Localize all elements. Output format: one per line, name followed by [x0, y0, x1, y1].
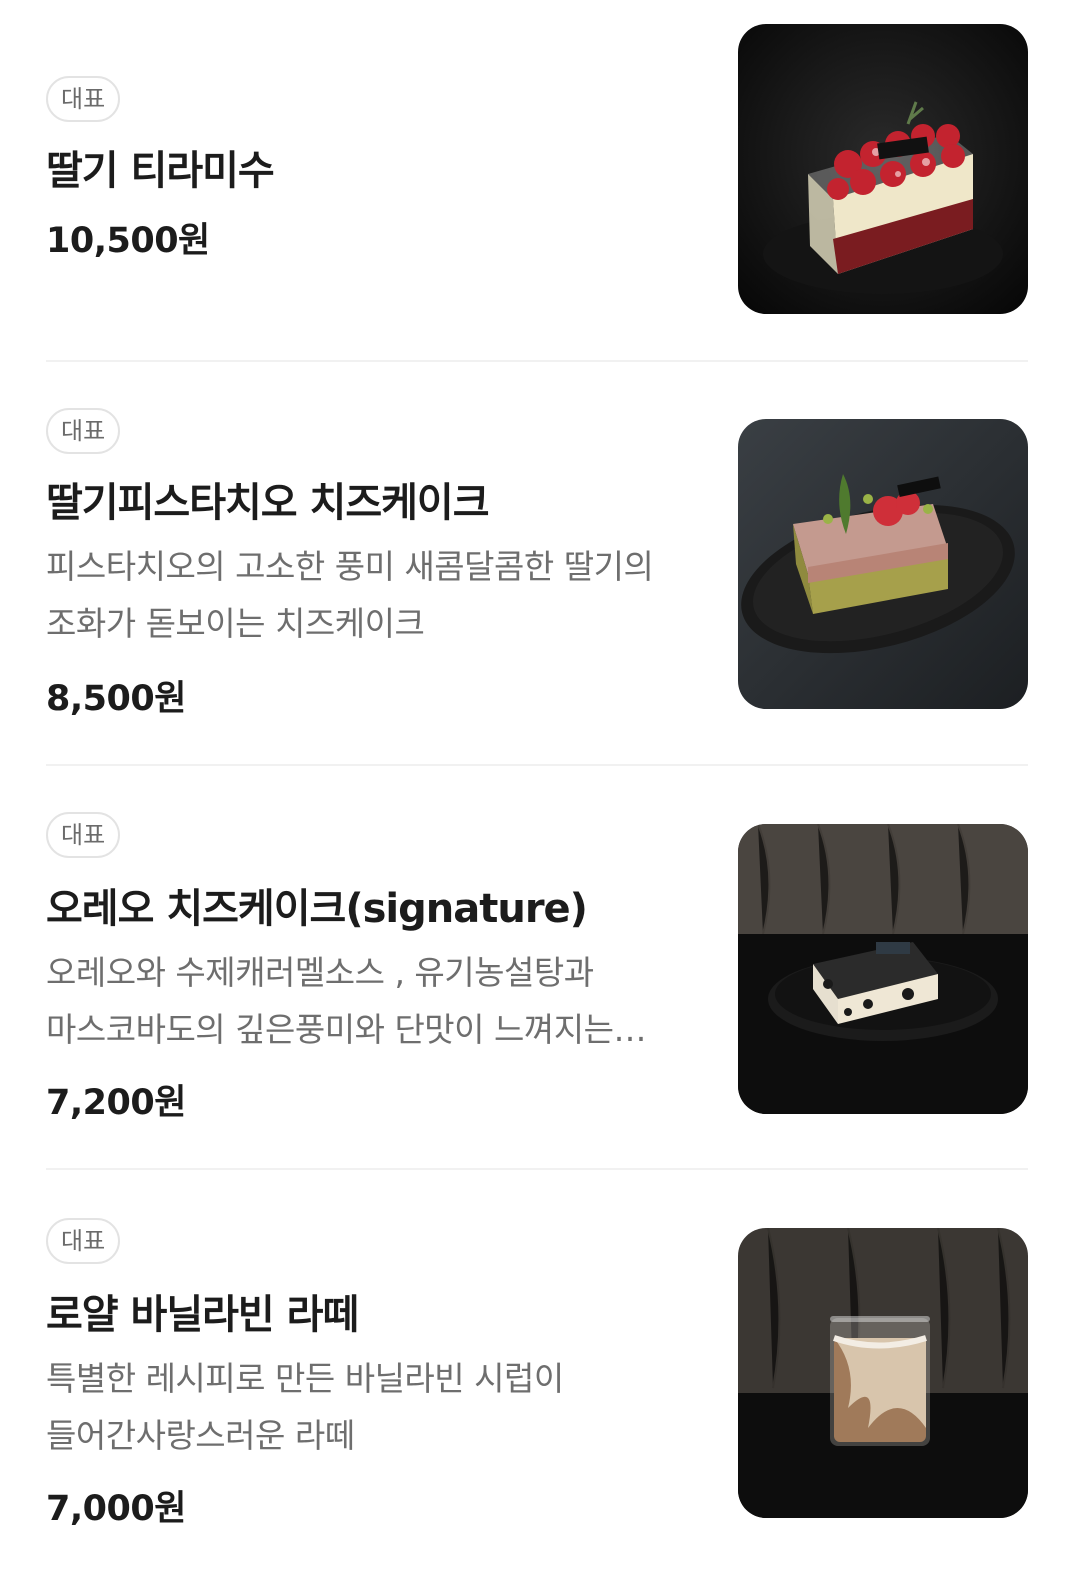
- menu-item-price: 7,200원: [46, 1083, 186, 1123]
- menu-item-name: 딸기피스타치오 치즈케이크: [46, 480, 490, 526]
- representative-badge: 대표: [46, 408, 121, 454]
- representative-badge: 대표: [46, 812, 121, 858]
- menu-item-price: 10,500원: [46, 221, 210, 261]
- representative-badge: 대표: [46, 1218, 121, 1264]
- menu-item-name: 로얄 바닐라빈 라떼: [46, 1292, 359, 1338]
- menu-item-price: 7,000원: [46, 1489, 186, 1529]
- menu-item-name: 딸기 티라미수: [46, 148, 275, 194]
- menu-item-description: 피스타치오의 고소한 풍미 새콤달콤한 딸기의 조화가 돋보이는 치즈케이크: [46, 547, 654, 643]
- item-divider: [46, 360, 1028, 362]
- vanilla-bean-latte-photo: [738, 1228, 1028, 1518]
- menu-item-strawberry-tiramisu[interactable]: 대표 딸기 티라미수 10,500원: [46, 24, 1028, 362]
- menu-item-oreo-cheesecake[interactable]: 대표 오레오 치즈케이크(signature) 오레오와 수제캐러멜소스 , 유…: [46, 768, 1028, 1170]
- menu-item-description: 오레오와 수제캐러멜소스 , 유기농설탕과 마스코바도의 깊은풍미와 단맛이 느…: [46, 953, 614, 1049]
- item-divider: [46, 1168, 1028, 1170]
- strawberry-pistachio-cheesecake-photo: [738, 419, 1028, 709]
- strawberry-tiramisu-photo: [738, 24, 1028, 314]
- representative-badge: 대표: [46, 76, 121, 122]
- menu-list: 대표 딸기 티라미수 10,500원 대표 딸기피스타치오 치즈케이크 피스타치…: [0, 0, 1080, 1579]
- oreo-cheesecake-photo: [738, 824, 1028, 1114]
- menu-item-description: 특별한 레시피로 만든 바닐라빈 시럽이 들어간사랑스러운 라떼: [46, 1359, 564, 1455]
- menu-item-strawberry-pistachio-cheesecake[interactable]: 대표 딸기피스타치오 치즈케이크 피스타치오의 고소한 풍미 새콤달콤한 딸기의…: [46, 364, 1028, 766]
- menu-item-royal-vanilla-bean-latte[interactable]: 대표 로얄 바닐라빈 라떼 특별한 레시피로 만든 바닐라빈 시럽이 들어간사랑…: [46, 1172, 1028, 1579]
- menu-item-name: 오레오 치즈케이크(signature): [46, 886, 588, 932]
- menu-item-price: 8,500원: [46, 679, 186, 719]
- item-divider: [46, 764, 1028, 766]
